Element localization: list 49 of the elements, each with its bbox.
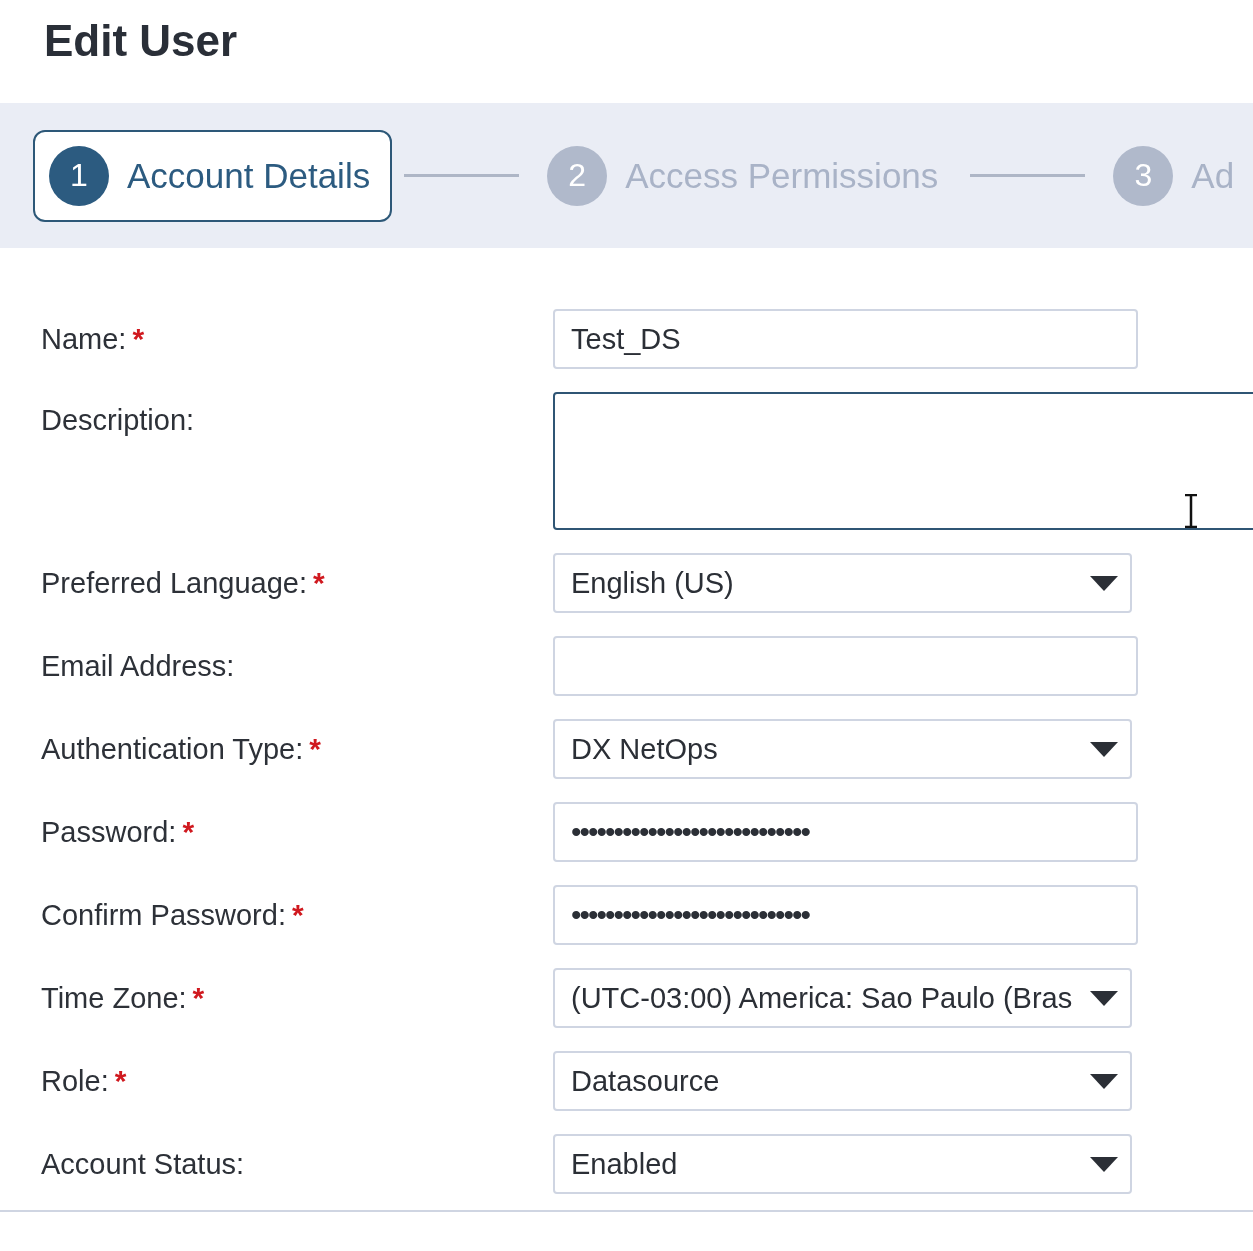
field-label: Role:: [41, 1064, 109, 1098]
dropdown-value: DX NetOps: [571, 732, 718, 766]
caret-icon: [1090, 741, 1118, 757]
field-label: Authentication Type:: [41, 732, 304, 766]
dropdown[interactable]: (UTC-03:00) America: Sao Paulo (Bras: [553, 968, 1132, 1028]
required-asterisk: *: [132, 322, 145, 356]
step-tab[interactable]: 1 Account Details: [33, 129, 393, 222]
field-label: Password:: [41, 815, 177, 849]
dropdown-value: English (US): [571, 566, 734, 600]
field-label: Email Address:: [41, 649, 235, 683]
step-number: 3: [1113, 145, 1174, 206]
field-label: Time Zone:: [41, 981, 187, 1015]
dropdown-value: (UTC-03:00) America: Sao Paulo (Bras: [571, 981, 1073, 1015]
password-mask: ••••••••••••••••••••••••••••: [571, 898, 810, 932]
field-value: Test_DS: [571, 322, 681, 356]
dropdown[interactable]: Enabled: [553, 1134, 1132, 1194]
step-number: 1: [49, 145, 109, 206]
password-field[interactable]: ••••••••••••••••••••••••••••: [553, 802, 1138, 862]
field-label: Description:: [41, 404, 195, 437]
password-mask: ••••••••••••••••••••••••••••: [571, 815, 810, 849]
field-label: Name:: [41, 322, 127, 356]
required-asterisk: *: [182, 815, 195, 849]
page-title: Edit User: [43, 15, 239, 67]
required-asterisk: *: [192, 981, 205, 1015]
password-field[interactable]: ••••••••••••••••••••••••••••: [553, 885, 1138, 945]
dropdown-value: Datasource: [571, 1064, 720, 1098]
caret-icon: [1090, 1073, 1118, 1089]
text-field[interactable]: [553, 636, 1138, 696]
caret-icon: [1090, 575, 1118, 591]
dropdown[interactable]: English (US): [553, 553, 1132, 613]
field-label: Preferred Language:: [41, 566, 308, 600]
required-asterisk: *: [313, 566, 325, 600]
field-label: Confirm Password:: [41, 898, 286, 932]
dropdown-value: Enabled: [571, 1147, 678, 1181]
step-number: 2: [547, 145, 608, 206]
step-label: Access Permissions: [625, 155, 939, 196]
required-asterisk: *: [291, 898, 304, 932]
required-asterisk: *: [309, 732, 321, 766]
step-label: Account Details: [127, 155, 371, 196]
caret-icon: [1090, 1156, 1118, 1172]
dropdown[interactable]: Datasource: [553, 1051, 1132, 1111]
field-label: Account Status:: [41, 1147, 245, 1181]
caret-icon: [1090, 990, 1118, 1006]
description-textarea[interactable]: [553, 392, 1253, 530]
text-field[interactable]: Test_DS: [553, 309, 1138, 369]
required-asterisk: *: [114, 1064, 127, 1098]
dropdown[interactable]: DX NetOps: [553, 719, 1132, 779]
step-label: Ad: [1191, 155, 1235, 196]
text-cursor-icon: [1183, 494, 1199, 528]
